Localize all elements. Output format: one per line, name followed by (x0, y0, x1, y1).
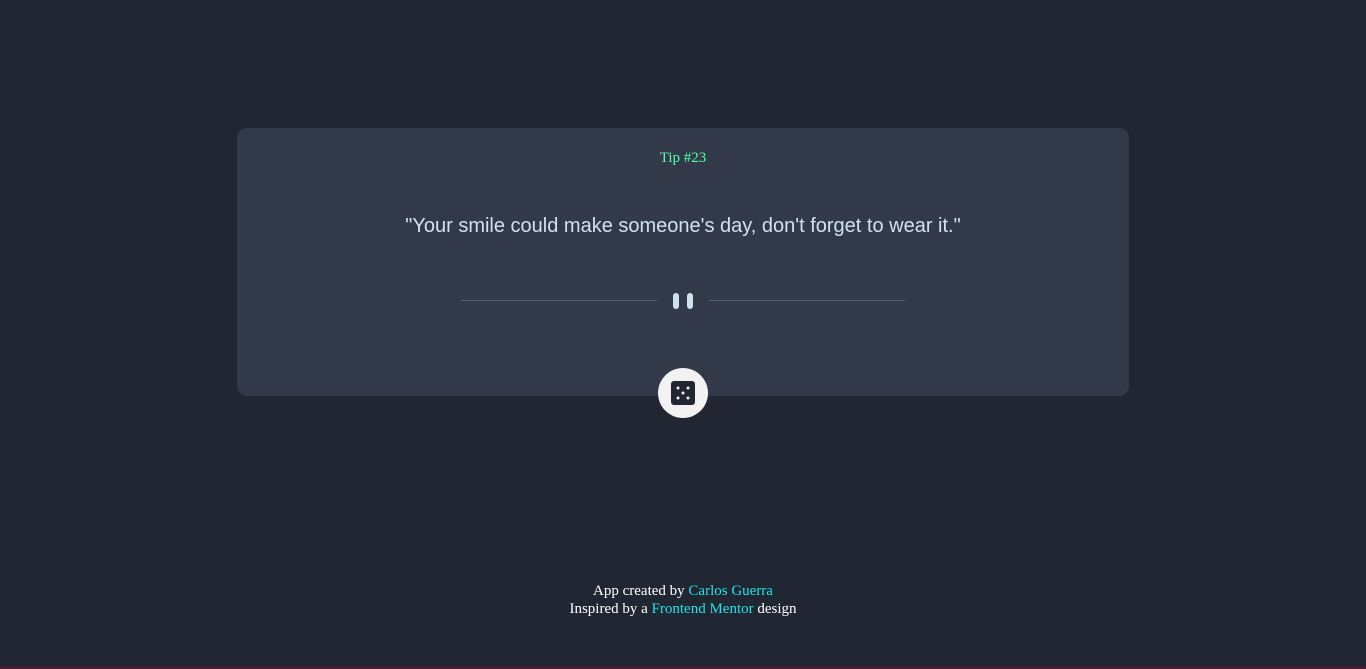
dice-button[interactable] (658, 368, 708, 418)
divider (461, 291, 905, 311)
divider-line-right (709, 300, 905, 301)
advice-card: Tip #23 "Your smile could make someone's… (237, 128, 1129, 396)
footer-design-text: design (753, 601, 797, 617)
dice-five-icon (671, 381, 695, 405)
footer-line-2: Inspired by a Frontend Mentor design (0, 600, 1366, 618)
footer-inspired-text: Inspired by a (569, 601, 652, 617)
tip-number: Tip #23 (659, 150, 707, 166)
pause-icon (673, 293, 693, 309)
divider-line-left (461, 300, 657, 301)
advice-quote: "Your smile could make someone's day, do… (405, 215, 961, 237)
footer-attribution: App created by Carlos Guerra Inspired by… (0, 582, 1366, 618)
author-link[interactable]: Carlos Guerra (688, 583, 773, 599)
footer-line-1: App created by Carlos Guerra (0, 582, 1366, 600)
footer-created-by-text: App created by (593, 583, 689, 599)
frontend-mentor-link[interactable]: Frontend Mentor (652, 601, 754, 617)
